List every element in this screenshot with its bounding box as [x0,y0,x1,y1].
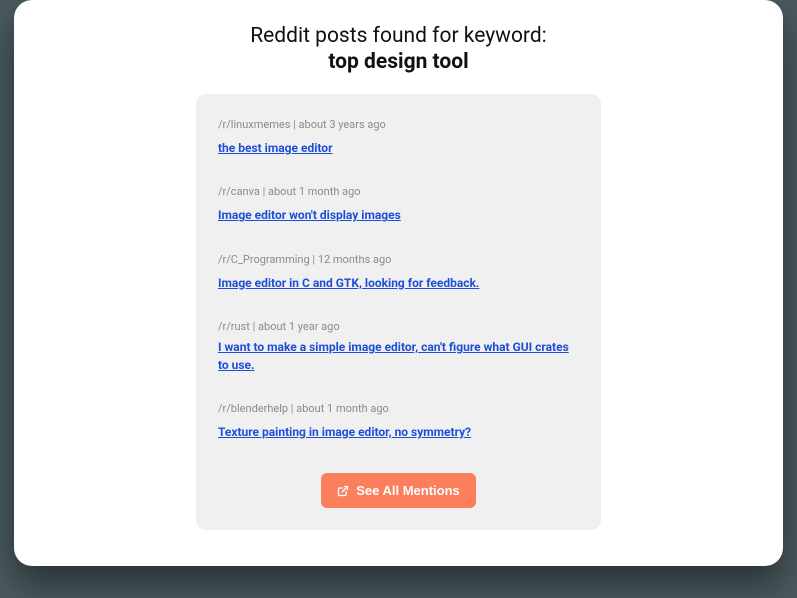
post-subreddit: /r/blenderhelp [218,402,288,415]
results-list: /r/linuxmemes | about 3 years ago the be… [196,94,601,530]
post-item: /r/canva | about 1 month ago Image edito… [218,185,579,224]
post-meta: /r/blenderhelp | about 1 month ago [218,402,579,415]
page-heading: Reddit posts found for keyword: top desi… [54,24,743,74]
post-time: about 1 year ago [258,320,340,333]
post-item: /r/linuxmemes | about 3 years ago the be… [218,118,579,157]
results-card: Reddit posts found for keyword: top desi… [14,0,783,566]
post-meta: /r/C_Programming | 12 months ago [218,253,579,266]
see-all-label: See All Mentions [356,483,460,498]
post-time: 12 months ago [318,253,392,266]
post-time: about 1 month ago [296,402,389,415]
post-meta: /r/rust | about 1 year ago [218,320,579,333]
see-all-mentions-button[interactable]: See All Mentions [321,473,476,508]
heading-keyword: top design tool [54,50,743,74]
post-time: about 3 years ago [299,118,386,131]
post-item: /r/C_Programming | 12 months ago Image e… [218,253,579,292]
post-item: /r/blenderhelp | about 1 month ago Textu… [218,402,579,441]
external-link-icon [337,485,349,497]
post-title-link[interactable]: Image editor in C and GTK, looking for f… [218,275,479,292]
post-meta: /r/linuxmemes | about 3 years ago [218,118,579,131]
post-title-link[interactable]: I want to make a simple image editor, ca… [218,339,579,374]
post-subreddit: /r/rust [218,320,250,333]
post-time: about 1 month ago [268,185,361,198]
heading-intro: Reddit posts found for keyword: [54,24,743,48]
post-item: /r/rust | about 1 year ago I want to mak… [218,320,579,374]
post-subreddit: /r/C_Programming [218,253,310,266]
post-title-link[interactable]: Texture painting in image editor, no sym… [218,424,471,441]
post-subreddit: /r/canva [218,185,260,198]
post-title-link[interactable]: the best image editor [218,140,332,157]
post-meta: /r/canva | about 1 month ago [218,185,579,198]
post-subreddit: /r/linuxmemes [218,118,290,131]
button-row: See All Mentions [218,469,579,508]
post-title-link[interactable]: Image editor won't display images [218,207,401,224]
